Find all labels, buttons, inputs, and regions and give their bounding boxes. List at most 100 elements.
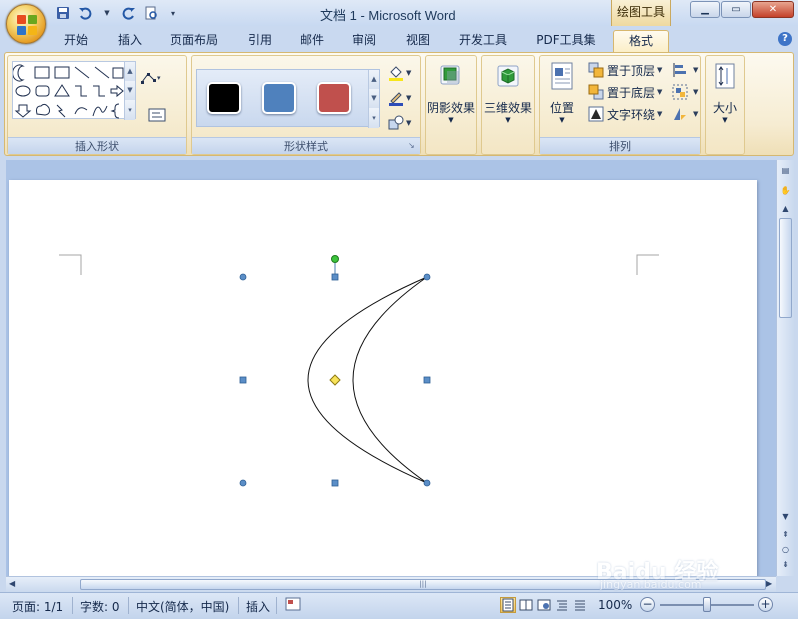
status-insert-mode[interactable]: 插入 xyxy=(246,598,270,615)
zoom-slider-thumb[interactable] xyxy=(703,597,711,612)
shape-fill-button[interactable]: ▼ xyxy=(388,64,414,82)
customize-qat-button[interactable]: ▾ xyxy=(164,4,182,22)
zoom-in-button[interactable]: + xyxy=(758,597,773,612)
style-swatch-blue[interactable] xyxy=(262,82,296,114)
help-button[interactable]: ? xyxy=(778,32,792,46)
bring-to-front-button[interactable]: 置于顶层 ▼ xyxy=(588,60,662,80)
document-page[interactable] xyxy=(9,180,757,576)
resize-handle-bottom-right[interactable] xyxy=(423,479,431,487)
tab-format[interactable]: 格式 xyxy=(613,30,669,52)
status-page[interactable]: 页面: 1/1 xyxy=(12,598,63,615)
right-arrow-shape-icon[interactable] xyxy=(110,84,124,98)
gallery-scroll-up[interactable]: ▲ xyxy=(124,62,135,81)
scroll-left-button[interactable]: ◀ xyxy=(9,579,15,588)
browse-hand-button[interactable]: ✋ xyxy=(779,184,792,197)
maximize-button[interactable]: ▭ xyxy=(721,1,751,18)
vertical-scroll-thumb[interactable] xyxy=(779,218,792,318)
moon-shape-icon[interactable] xyxy=(13,64,25,82)
tab-home[interactable]: 开始 xyxy=(56,30,96,52)
tab-insert[interactable]: 插入 xyxy=(110,30,150,52)
align-button[interactable]: ▼ xyxy=(672,60,698,80)
status-word-count[interactable]: 字数: 0 xyxy=(80,598,120,615)
resize-handle-bottom-left[interactable] xyxy=(239,479,247,487)
scroll-right-button[interactable]: ▶ xyxy=(766,579,772,588)
undo-button[interactable] xyxy=(76,4,94,22)
outline-view-button[interactable] xyxy=(554,597,570,613)
resize-handle-right[interactable] xyxy=(423,376,431,384)
moon-shape[interactable] xyxy=(307,276,428,484)
undo-dropdown[interactable]: ▼ xyxy=(98,4,116,22)
shape-outline-button[interactable]: ▼ xyxy=(388,89,414,107)
tab-mailings[interactable]: 邮件 xyxy=(292,30,332,52)
draft-view-button[interactable] xyxy=(572,597,588,613)
elbow-arrow-connector-shape-icon[interactable] xyxy=(93,85,105,97)
office-button[interactable] xyxy=(6,4,46,44)
scroll-down-button[interactable]: ▼ xyxy=(779,510,792,523)
rotation-handle[interactable] xyxy=(331,255,339,263)
resize-handle-left[interactable] xyxy=(239,376,247,384)
shape-style-gallery[interactable]: ▲ ▼ ▾ xyxy=(196,69,380,128)
style-gallery-expand[interactable]: ▾ xyxy=(368,108,379,128)
minimize-button[interactable]: ▁ xyxy=(690,1,720,18)
tab-page-layout[interactable]: 页面布局 xyxy=(162,30,226,52)
select-browse-object-button[interactable]: ○ xyxy=(779,543,792,556)
web-layout-view-button[interactable] xyxy=(536,597,552,613)
rectangle-shape-icon[interactable] xyxy=(112,67,124,79)
group-objects-button[interactable]: ▼ xyxy=(672,82,698,102)
down-arrow-shape-icon[interactable] xyxy=(14,104,32,118)
resize-handle-bottom[interactable] xyxy=(331,479,339,487)
arc-shape-icon[interactable] xyxy=(74,107,88,115)
gallery-scroll-down[interactable]: ▼ xyxy=(124,81,135,100)
shadow-effects-button[interactable]: 阴影效果 ▼ xyxy=(426,60,476,124)
document-area[interactable] xyxy=(6,160,776,576)
vertical-text-box-shape-icon[interactable] xyxy=(54,66,70,79)
draw-text-box-button[interactable] xyxy=(148,108,166,122)
lightning-shape-icon[interactable] xyxy=(56,104,66,118)
shape-gallery[interactable]: ▲ ▼ ▾ xyxy=(12,61,136,120)
cloud-shape-icon[interactable] xyxy=(36,103,50,116)
dialog-launcher-icon[interactable]: ↘ xyxy=(408,141,418,151)
gallery-expand[interactable]: ▾ xyxy=(124,100,135,120)
size-button[interactable]: 大小 ▼ xyxy=(706,60,744,124)
tab-references[interactable]: 引用 xyxy=(240,30,280,52)
vertical-scrollbar[interactable]: ▤ ✋ ▲ ▼ ⇞ ○ ⇟ xyxy=(776,160,794,576)
change-shape-button[interactable]: ▼ xyxy=(388,114,414,132)
style-gallery-scroll-up[interactable]: ▲ xyxy=(368,70,379,89)
close-button[interactable]: ✕ xyxy=(752,1,794,18)
text-box-shape-icon[interactable] xyxy=(34,66,50,79)
3d-effects-button[interactable]: 三维效果 ▼ xyxy=(482,60,534,124)
zoom-out-button[interactable]: − xyxy=(640,597,655,612)
full-screen-reading-view-button[interactable] xyxy=(518,597,534,613)
line-shape-icon[interactable] xyxy=(74,66,90,79)
status-language[interactable]: 中文(简体，中国) xyxy=(136,598,229,615)
macro-record-icon[interactable] xyxy=(285,597,301,614)
resize-handle-top-left[interactable] xyxy=(239,273,247,281)
freeform-curve-shape-icon[interactable] xyxy=(92,105,108,117)
position-button[interactable]: 位置 ▼ xyxy=(542,60,582,124)
rounded-rect-shape-icon[interactable] xyxy=(35,85,50,97)
save-button[interactable] xyxy=(54,4,72,22)
style-swatch-black[interactable] xyxy=(207,82,241,114)
zoom-level[interactable]: 100% xyxy=(598,598,632,612)
tab-view[interactable]: 视图 xyxy=(398,30,438,52)
print-preview-button[interactable] xyxy=(142,4,160,22)
redo-button[interactable] xyxy=(120,4,138,22)
rotate-button[interactable]: ▼ xyxy=(672,104,698,124)
triangle-shape-icon[interactable] xyxy=(54,84,70,97)
print-layout-view-button[interactable] xyxy=(500,597,516,613)
elbow-connector-shape-icon[interactable] xyxy=(75,85,87,97)
next-page-button[interactable]: ⇟ xyxy=(779,558,792,571)
resize-handle-top[interactable] xyxy=(331,273,339,281)
tab-developer[interactable]: 开发工具 xyxy=(452,30,514,52)
resize-handle-top-right[interactable] xyxy=(423,273,431,281)
arrow-line-shape-icon[interactable] xyxy=(94,66,110,79)
style-swatch-red[interactable] xyxy=(317,82,351,114)
left-brace-shape-icon[interactable] xyxy=(110,103,120,119)
previous-page-button[interactable]: ⇞ xyxy=(779,528,792,541)
view-ruler-button[interactable]: ▤ xyxy=(779,164,792,177)
tab-pdf-tools[interactable]: PDF工具集 xyxy=(528,30,604,52)
scroll-up-button[interactable]: ▲ xyxy=(779,202,792,215)
text-wrapping-button[interactable]: 文字环绕 ▼ xyxy=(588,104,662,124)
tab-review[interactable]: 审阅 xyxy=(344,30,384,52)
style-gallery-scroll-down[interactable]: ▼ xyxy=(368,89,379,108)
